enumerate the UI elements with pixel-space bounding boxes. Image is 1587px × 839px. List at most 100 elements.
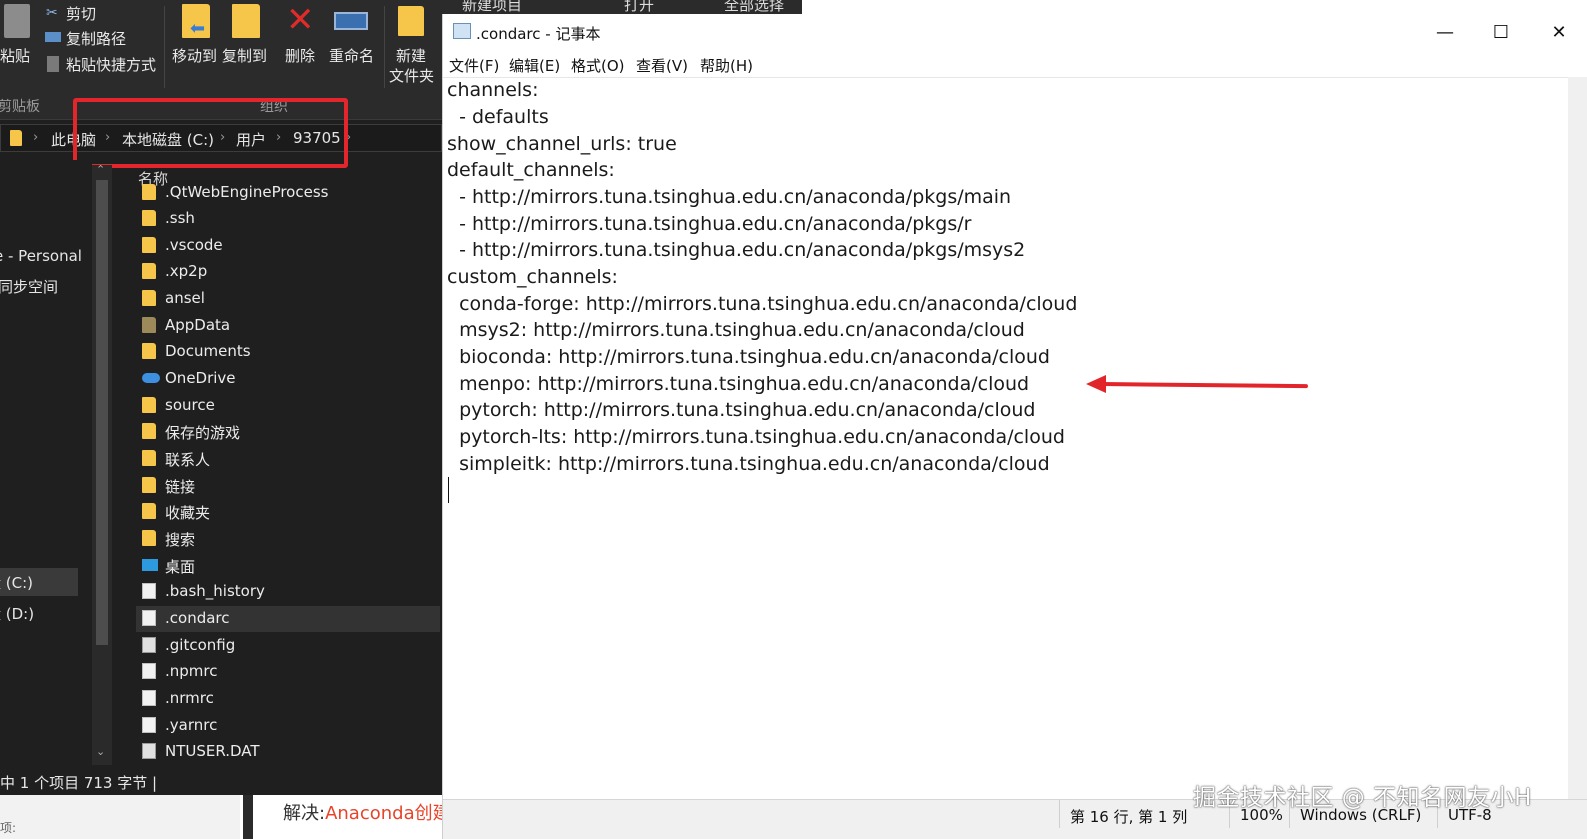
select-all-label: 全部选择 — [724, 0, 785, 14]
window-title: .condarc - 记事本 — [476, 25, 601, 43]
paste-shortcut-icon — [47, 56, 59, 72]
text-line: menpo: http://mirrors.tuna.tsinghua.edu.… — [447, 373, 1030, 395]
nav-item-drive-c[interactable]: 盘 (C:) — [0, 568, 78, 596]
nav-item-sync-space[interactable]: 同步空间 — [0, 276, 58, 297]
folder-icon — [142, 317, 156, 333]
scroll-down-icon[interactable]: ⌄ — [96, 745, 105, 758]
background-article-left: 项: — [0, 795, 240, 839]
annotation-highlight-box — [73, 98, 348, 168]
rename-icon — [334, 12, 368, 30]
copy-path-button[interactable]: 复制路径 — [66, 28, 126, 49]
list-item[interactable]: ansel — [138, 286, 442, 312]
list-item[interactable]: .yarnrc — [138, 713, 442, 739]
list-item[interactable]: 联系人 — [138, 446, 442, 472]
settings-file-icon — [142, 637, 156, 653]
new-folder-button-line2[interactable]: 文件夹 — [389, 65, 434, 86]
background-article-text: 解决:Anaconda创建 — [283, 799, 442, 825]
list-item[interactable]: OneDrive — [138, 366, 442, 392]
list-item[interactable]: .npmrc — [138, 659, 442, 685]
list-item[interactable]: 搜索 — [138, 526, 442, 552]
file-icon — [142, 610, 156, 626]
paste-button[interactable]: 粘贴 — [0, 45, 30, 66]
file-icon — [142, 583, 156, 599]
list-item[interactable]: 桌面 — [138, 553, 442, 579]
open-label: 打开 — [624, 0, 655, 14]
move-arrow-icon: ⬅ — [190, 18, 206, 39]
text-line: pytorch-lts: http://mirrors.tuna.tsinghu… — [447, 426, 1065, 448]
rename-button[interactable]: 重命名 — [329, 45, 374, 66]
nav-scrollbar-thumb[interactable] — [96, 180, 108, 645]
menu-help[interactable]: 帮助(H) — [700, 55, 753, 76]
menu-view[interactable]: 查看(V) — [636, 55, 688, 76]
new-folder-icon — [398, 6, 424, 36]
text-line: custom_channels: — [447, 266, 618, 288]
favorites-icon — [142, 503, 156, 519]
delete-button[interactable]: 删除 — [285, 45, 315, 66]
menu-file[interactable]: 文件(F) — [449, 55, 499, 76]
new-folder-button-line1[interactable]: 新建 — [396, 45, 426, 66]
menu-bar: 文件(F) 编辑(E) 格式(O) 查看(V) 帮助(H) — [443, 51, 1587, 77]
explorer-status-bar: 中 1 个项目 713 字节 | — [0, 767, 442, 795]
vertical-scrollbar[interactable] — [1568, 77, 1587, 799]
file-icon — [142, 663, 156, 679]
list-item[interactable]: .ssh — [138, 206, 442, 232]
text-line: simpleitk: http://mirrors.tuna.tsinghua.… — [447, 453, 1050, 475]
text-line: msys2: http://mirrors.tuna.tsinghua.edu.… — [447, 319, 1025, 341]
copy-to-folder-icon — [232, 4, 260, 38]
article-link[interactable]: Anaconda创建 — [325, 803, 442, 824]
list-item[interactable]: AppData — [138, 313, 442, 339]
list-item[interactable]: .nrmrc — [138, 686, 442, 712]
nav-item-onedrive-personal[interactable]: e - Personal — [0, 247, 82, 265]
list-item[interactable]: 收藏夹 — [138, 499, 442, 525]
clipboard-icon — [4, 4, 30, 38]
ribbon-separator — [164, 6, 165, 88]
list-item[interactable]: Documents — [138, 339, 442, 365]
list-item[interactable]: 链接 — [138, 473, 442, 499]
list-item[interactable]: .QtWebEngineProcess — [138, 180, 442, 206]
close-button[interactable]: ✕ — [1531, 14, 1587, 51]
list-item[interactable]: source — [138, 393, 442, 419]
searches-icon — [142, 530, 156, 546]
text-line: channels: — [447, 79, 539, 101]
delete-x-icon: ✕ — [286, 0, 315, 40]
annotation-arrow-head — [1086, 375, 1106, 393]
move-to-button[interactable]: 移动到 — [172, 45, 217, 66]
background-note: 项: — [0, 821, 17, 835]
background-window-toolbar: 新建项目 打开 全部选择 — [442, 0, 802, 14]
text-line: default_channels: — [447, 159, 615, 181]
title-bar[interactable]: .condarc - 记事本 — ☐ ✕ — [443, 14, 1587, 51]
list-item[interactable]: NTUSER.DAT — [138, 739, 442, 765]
list-item[interactable]: .gitconfig — [138, 633, 442, 659]
minimize-button[interactable]: — — [1417, 14, 1473, 51]
chevron-right-icon: › — [33, 130, 39, 145]
copy-to-button[interactable]: 复制到 — [222, 45, 267, 66]
saved-games-icon — [142, 423, 156, 439]
menu-edit[interactable]: 编辑(E) — [509, 55, 560, 76]
paste-shortcut-button[interactable]: 粘贴快捷方式 — [66, 54, 156, 75]
list-item[interactable]: .vscode — [138, 233, 442, 259]
text-line: bioconda: http://mirrors.tuna.tsinghua.e… — [447, 346, 1050, 368]
list-item[interactable]: .bash_history — [138, 579, 442, 605]
file-icon — [142, 717, 156, 733]
text-editor-area[interactable]: channels: - defaults show_channel_urls: … — [443, 77, 1568, 799]
clipboard-group-label: 剪贴板 — [0, 99, 40, 115]
notepad-app-icon — [453, 23, 471, 39]
text-caret — [448, 477, 449, 503]
cut-button[interactable]: 剪切 — [66, 3, 96, 24]
list-item[interactable]: 保存的游戏 — [138, 419, 442, 445]
folder-icon — [142, 343, 156, 359]
folder-icon — [142, 184, 156, 200]
navigation-pane: e - Personal 同步空间 盘 (C:) 盘 (D:) — [0, 160, 92, 760]
folder-icon — [142, 237, 156, 253]
system-file-icon — [142, 743, 156, 759]
list-item[interactable]: .xp2p — [138, 259, 442, 285]
text-line: - http://mirrors.tuna.tsinghua.edu.cn/an… — [447, 186, 1012, 208]
menu-format[interactable]: 格式(O) — [571, 55, 625, 76]
new-item-label: 新建项目 — [462, 0, 523, 14]
nav-item-drive-d[interactable]: 盘 (D:) — [0, 603, 34, 624]
links-icon — [142, 477, 156, 493]
scroll-up-icon[interactable]: ⌃ — [96, 163, 105, 176]
folder-icon — [142, 290, 156, 306]
maximize-button[interactable]: ☐ — [1473, 14, 1529, 51]
list-item-selected[interactable]: .condarc — [136, 606, 440, 632]
